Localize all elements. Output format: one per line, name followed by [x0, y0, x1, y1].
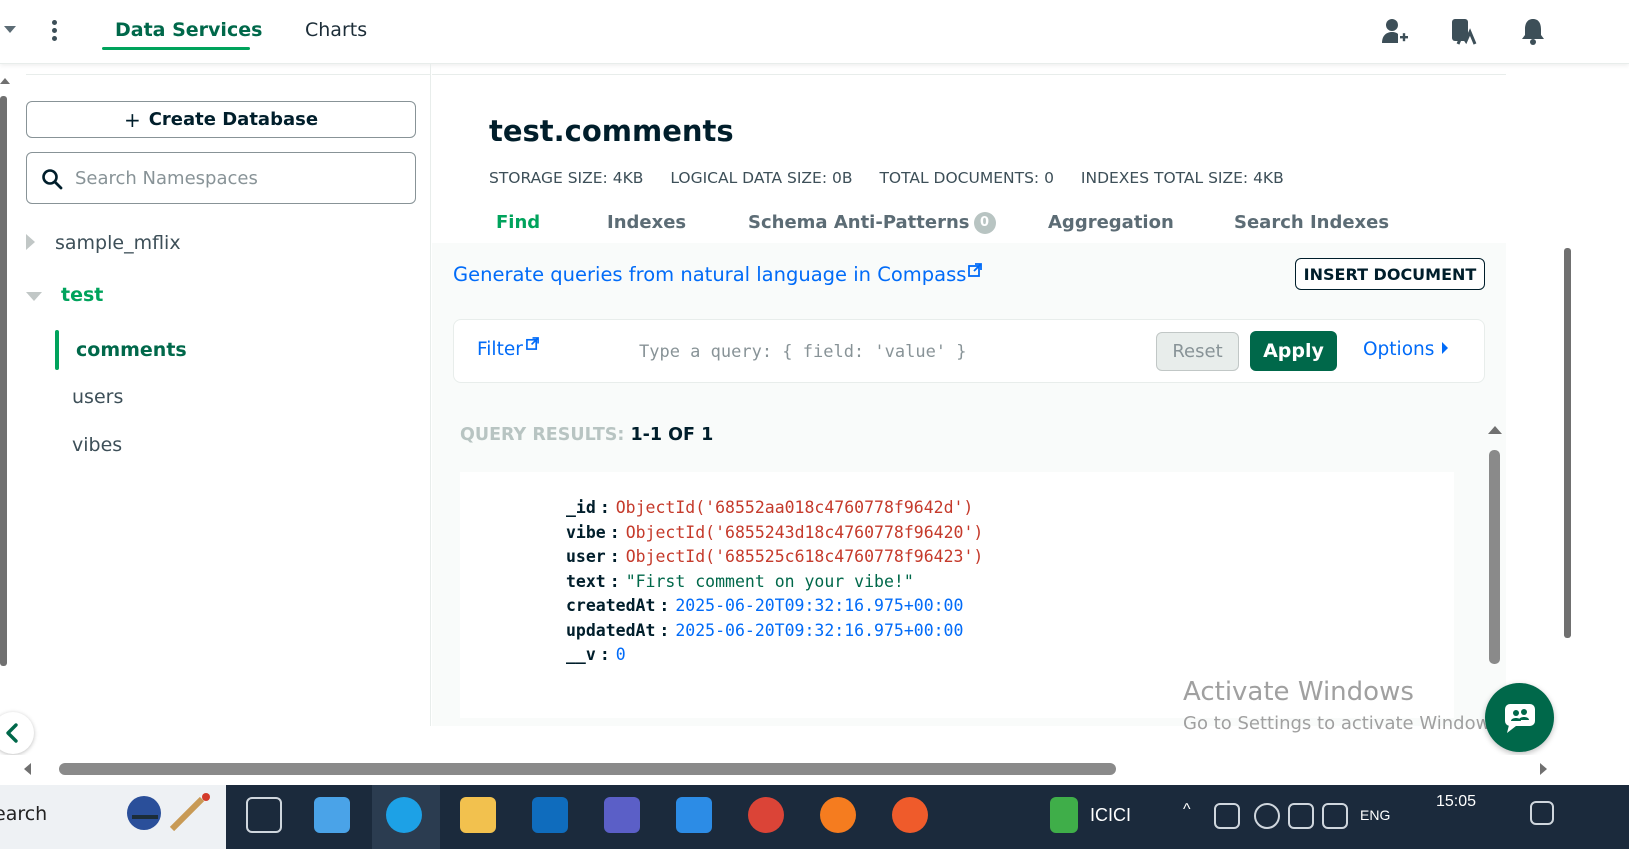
clock-time[interactable]: 15:05 — [1436, 793, 1476, 811]
expand-arrow-icon[interactable] — [26, 234, 35, 250]
tray-app-icon[interactable] — [1214, 803, 1240, 829]
input-language[interactable]: ENG — [1360, 807, 1390, 823]
task-view-icon[interactable] — [246, 797, 282, 833]
divider — [432, 74, 1506, 75]
stat-indexes-total-size: INDEXES TOTAL SIZE: 4KB — [1080, 169, 1284, 187]
scroll-right-icon[interactable] — [1540, 763, 1547, 775]
sidebar-scrollbar[interactable] — [0, 96, 7, 666]
document-field: createdAt:2025-06-20T09:32:16.975+00:00 — [566, 596, 964, 615]
vscode-icon[interactable] — [676, 797, 712, 833]
search-icon — [42, 169, 63, 190]
battery-icon[interactable] — [1288, 803, 1314, 829]
divider — [26, 74, 431, 75]
sidebar-collection-comments[interactable]: comments — [76, 339, 187, 361]
cricket-helmet-icon — [127, 793, 210, 831]
collection-stats: STORAGE SIZE: 4KB LOGICAL DATA SIZE: 0B … — [489, 169, 1306, 187]
tab-find[interactable]: Find — [496, 212, 540, 233]
options-button[interactable]: Options — [1363, 339, 1449, 360]
activate-windows-watermark: Activate Windows Go to Settings to activ… — [1183, 677, 1506, 734]
filter-link[interactable]: Filter — [477, 337, 539, 360]
tab-search-indexes[interactable]: Search Indexes — [1234, 212, 1389, 233]
document-field: __v:0 — [566, 645, 626, 664]
reset-button[interactable]: Reset — [1156, 332, 1239, 371]
page-scrollbar[interactable] — [1564, 248, 1571, 638]
stat-logical-data-size: LOGICAL DATA SIZE: 0B — [670, 169, 853, 187]
document-field: text: "First comment on your vibe!" — [566, 572, 914, 591]
document-field: user: ObjectId('685525c618c4760778f96423'… — [566, 547, 984, 566]
sidebar: + Create Database sample_mflix test comm… — [0, 64, 431, 754]
filter-query-input[interactable] — [639, 338, 1139, 366]
create-database-button[interactable]: + Create Database — [26, 101, 416, 138]
sidebar-db-sample-mflix[interactable]: sample_mflix — [55, 232, 181, 254]
document-field: _id: ObjectId('68552aa018c4760778f9642d') — [566, 498, 974, 517]
firefox-icon[interactable] — [820, 797, 856, 833]
wifi-icon[interactable] — [1254, 803, 1280, 829]
tab-indexes[interactable]: Indexes — [607, 212, 686, 233]
top-navbar: Data Services Charts — [0, 0, 1629, 64]
nav-tab-active-underline — [102, 47, 250, 50]
results-scrollbar[interactable] — [1489, 450, 1500, 664]
outlook-icon[interactable] — [532, 797, 568, 833]
edge-browser-icon[interactable] — [386, 797, 422, 833]
plus-icon: + — [123, 107, 141, 132]
chat-icon — [1505, 704, 1535, 733]
nav-tab-charts[interactable]: Charts — [305, 19, 367, 41]
more-menu-icon[interactable] — [50, 20, 58, 44]
stat-total-documents: TOTAL DOCUMENTS: 0 — [879, 169, 1054, 187]
taskbar-search[interactable]: earch — [0, 785, 226, 849]
search-namespaces-input[interactable] — [75, 165, 405, 191]
document-field: vibe: ObjectId('6855243d18c4760778f96420'… — [566, 523, 984, 542]
org-dropdown-caret-icon[interactable] — [4, 26, 16, 33]
filter-bar: Filter Reset Apply Options — [453, 319, 1485, 383]
tab-aggregation[interactable]: Aggregation — [1048, 212, 1174, 233]
scroll-left-icon[interactable] — [24, 763, 31, 775]
copilot-icon[interactable] — [314, 797, 350, 833]
apply-button[interactable]: Apply — [1250, 331, 1337, 371]
page-title: test.comments — [489, 114, 734, 148]
notification-center-icon[interactable] — [1530, 801, 1554, 825]
sidebar-db-test[interactable]: test — [61, 284, 103, 306]
insert-document-button[interactable]: INSERT DOCUMENT — [1295, 258, 1485, 290]
activity-feed-icon[interactable] — [1448, 16, 1478, 46]
nav-tab-data-services[interactable]: Data Services — [115, 19, 262, 41]
notifications-bell-icon[interactable] — [1518, 16, 1548, 46]
sidebar-collection-vibes[interactable]: vibes — [72, 434, 122, 456]
volume-muted-icon[interactable] — [1322, 803, 1348, 829]
document-field: updatedAt:2025-06-20T09:32:16.975+00:00 — [566, 621, 964, 640]
natural-language-compass-link[interactable]: Generate queries from natural language i… — [453, 263, 983, 286]
horizontal-scroll-thumb[interactable] — [59, 763, 1116, 775]
stock-ticker-label: ICICI — [1090, 805, 1132, 825]
sidebar-scroll-up-icon[interactable] — [0, 78, 10, 84]
tab-schema-anti-patterns[interactable]: Schema Anti-Patterns 0 — [748, 212, 996, 234]
windows-taskbar: earch ICICI ^ ENG 15:05 — [0, 785, 1629, 849]
horizontal-scrollbar[interactable] — [0, 755, 1560, 783]
collapse-arrow-icon[interactable] — [26, 292, 42, 301]
collection-tabs: Find Indexes Schema Anti-Patterns 0 Aggre… — [432, 212, 1506, 244]
postman-icon[interactable] — [892, 797, 928, 833]
main-panel: test.comments STORAGE SIZE: 4KB LOGICAL … — [432, 64, 1629, 726]
external-link-icon — [525, 337, 539, 350]
stat-storage-size: STORAGE SIZE: 4KB — [489, 169, 644, 187]
chat-support-button[interactable] — [1485, 683, 1554, 752]
collapse-sidebar-button[interactable] — [0, 712, 34, 754]
system-tray-chevron-icon[interactable]: ^ — [1183, 801, 1191, 819]
add-user-icon[interactable] — [1380, 16, 1410, 46]
file-explorer-icon[interactable] — [460, 797, 496, 833]
caret-right-icon — [1442, 342, 1449, 354]
results-scroll-up-icon[interactable] — [1488, 426, 1502, 434]
create-database-label: Create Database — [148, 109, 319, 130]
schema-count-badge: 0 — [973, 212, 996, 234]
teams-icon[interactable] — [604, 797, 640, 833]
sidebar-collection-users[interactable]: users — [72, 386, 123, 408]
active-collection-indicator — [55, 330, 59, 370]
chevron-left-icon — [6, 723, 18, 743]
chrome-icon[interactable] — [748, 797, 784, 833]
external-link-icon — [968, 263, 983, 277]
stock-ticker-icon — [1050, 797, 1078, 833]
namespace-search[interactable] — [26, 152, 416, 204]
find-content: Generate queries from natural language i… — [432, 243, 1506, 726]
query-results-summary: QUERY RESULTS: 1-1 OF 1 — [460, 425, 714, 445]
